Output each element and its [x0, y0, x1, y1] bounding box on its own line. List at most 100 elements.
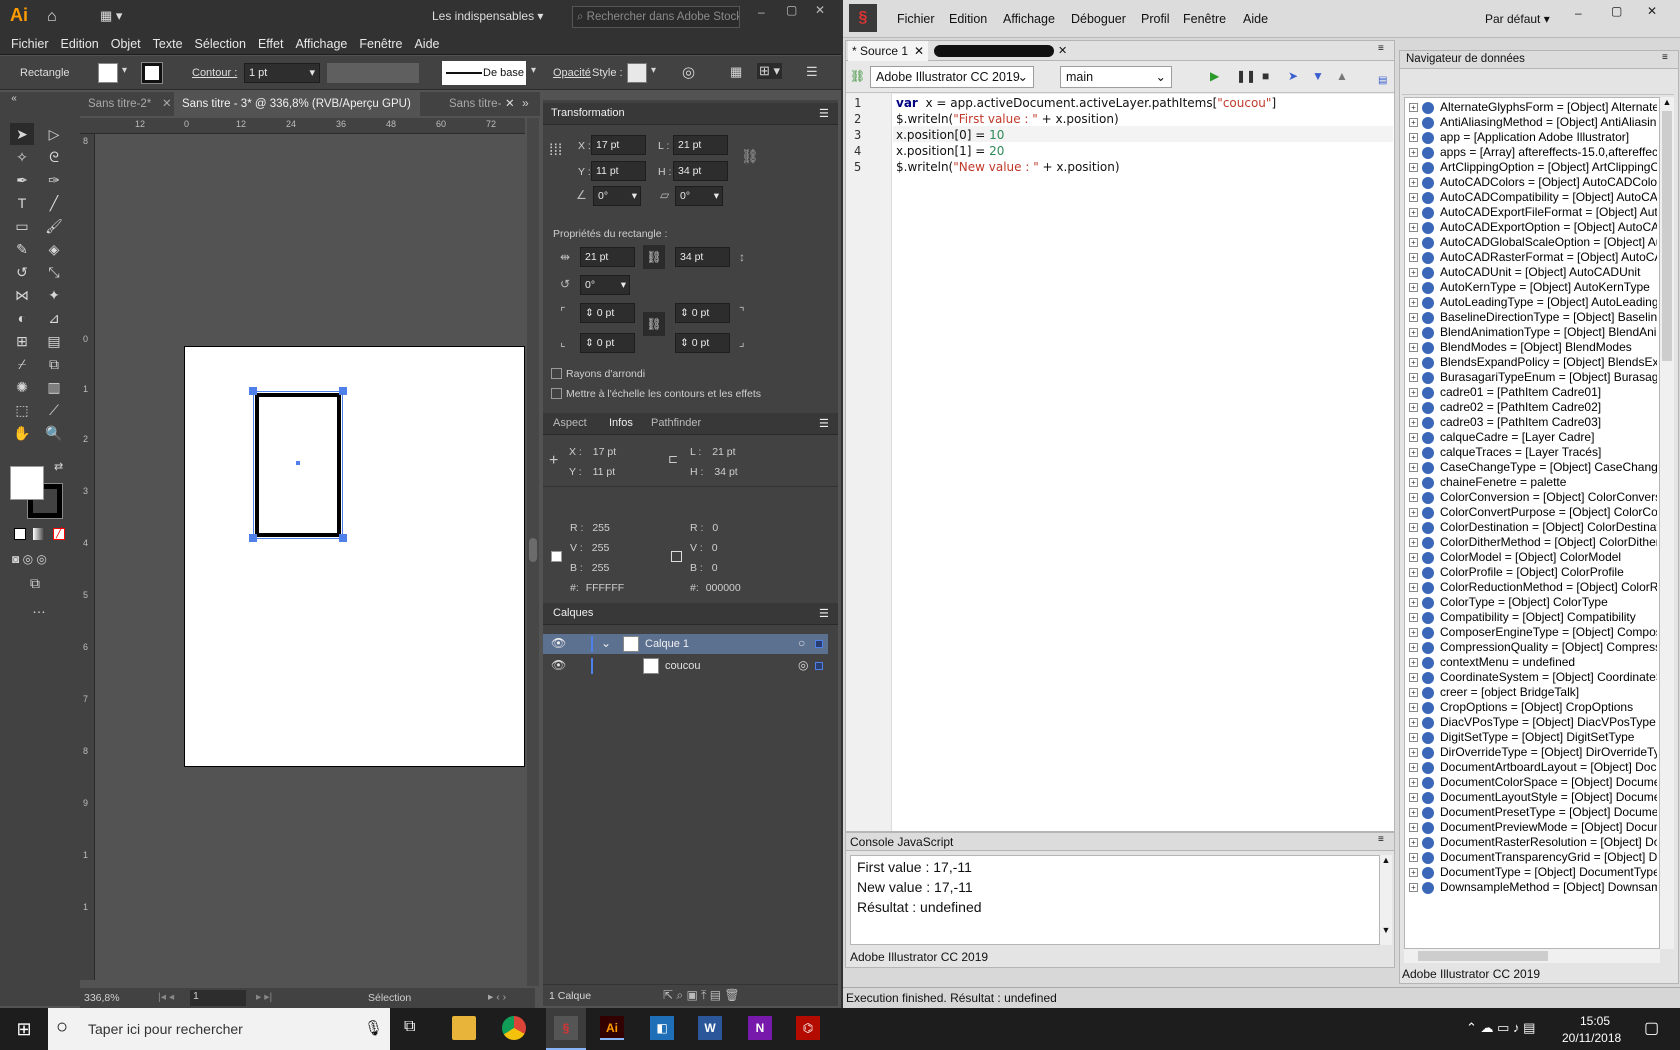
- data-browser-row[interactable]: + AutoCADColors = [Object] AutoCADColors: [1409, 175, 1657, 191]
- close-icon[interactable]: ✕: [914, 41, 924, 61]
- fill-swatch[interactable]: [98, 63, 118, 83]
- chevron-down-icon[interactable]: ▾: [651, 65, 656, 76]
- data-browser-row[interactable]: + calqueTraces = [Layer Tracés]: [1409, 445, 1657, 461]
- shear-field[interactable]: 0° ▾: [675, 186, 723, 206]
- expand-icon[interactable]: +: [1409, 463, 1418, 473]
- data-browser-row[interactable]: + ColorReductionMethod = [Object] ColorRe…: [1409, 580, 1657, 596]
- data-browser-hscroll[interactable]: [1404, 949, 1660, 963]
- expand-icon[interactable]: +: [1409, 163, 1418, 173]
- panel-menu-icon[interactable]: ☰: [806, 64, 818, 80]
- expand-icon[interactable]: +: [1409, 688, 1418, 698]
- rect-width-field[interactable]: 21 pt: [580, 247, 635, 267]
- data-browser-vscroll[interactable]: ▲: [1660, 97, 1674, 949]
- width-tool[interactable]: ⋈: [10, 284, 34, 306]
- expand-icon[interactable]: +: [1409, 583, 1418, 593]
- menu-affichage[interactable]: Affichage: [289, 33, 353, 55]
- status-arrow-icon[interactable]: ▸ ‹ ›: [488, 991, 506, 1003]
- transform-icon[interactable]: ⊞ ▾: [757, 63, 783, 79]
- microphone-icon[interactable]: 🎙: [364, 1019, 383, 1037]
- expand-icon[interactable]: +: [1409, 568, 1418, 578]
- tab-source-1[interactable]: * Source 1 ✕: [848, 41, 928, 61]
- eraser-tool[interactable]: ◈: [42, 238, 66, 260]
- data-browser-row[interactable]: + DownsampleMethod = [Object] DownsampleM…: [1409, 880, 1657, 896]
- maximize-icon[interactable]: ▢: [1611, 4, 1622, 18]
- color-mode[interactable]: [14, 528, 26, 540]
- lasso-tool[interactable]: ᘓ: [42, 146, 66, 168]
- symbol-sprayer-tool[interactable]: ✺: [10, 376, 34, 398]
- data-browser-row[interactable]: + Compatibility = [Object] Compatibility: [1409, 610, 1657, 626]
- panel-menu-icon[interactable]: ≡: [1662, 52, 1668, 63]
- data-browser-filter[interactable]: [1402, 73, 1674, 95]
- corner-radius-2[interactable]: ⇕ 0 pt: [675, 303, 730, 323]
- gradient-mode[interactable]: [33, 528, 45, 540]
- expand-icon[interactable]: +: [1409, 103, 1418, 113]
- artboard[interactable]: [184, 346, 525, 767]
- layer-name[interactable]: Calque 1: [645, 638, 689, 650]
- selection-tool[interactable]: ➤: [10, 123, 34, 145]
- data-browser-row[interactable]: + CropOptions = [Object] CropOptions: [1409, 700, 1657, 716]
- expand-icon[interactable]: +: [1409, 658, 1418, 668]
- selection-indicator[interactable]: [815, 640, 823, 648]
- data-browser-row[interactable]: + CompressionQuality = [Object] Compressi…: [1409, 640, 1657, 656]
- console-toggle-icon[interactable]: ▤: [1378, 75, 1387, 86]
- scroll-thumb[interactable]: [1662, 111, 1672, 361]
- expand-icon[interactable]: +: [1409, 418, 1418, 428]
- panel-menu-icon[interactable]: ☰: [819, 417, 829, 430]
- stroke-swatch[interactable]: [141, 62, 163, 84]
- artboard-number[interactable]: 1: [190, 990, 246, 1006]
- tab-sans-titre-other[interactable]: Sans titre-: [441, 92, 515, 116]
- expand-icon[interactable]: +: [1409, 283, 1418, 293]
- close-icon[interactable]: ✕: [1647, 4, 1657, 18]
- constrain-proportions-icon[interactable]: ⛓: [741, 148, 759, 165]
- zoom-level[interactable]: 336,8%: [84, 992, 120, 1004]
- expand-icon[interactable]: +: [1409, 133, 1418, 143]
- handle-br[interactable]: [339, 534, 347, 542]
- data-browser-row[interactable]: + DirOverrideType = [Object] DirOverrideT…: [1409, 745, 1657, 761]
- data-browser-row[interactable]: + AutoKernType = [Object] AutoKernType: [1409, 280, 1657, 296]
- data-browser-row[interactable]: + calqueCadre = [Layer Cadre]: [1409, 430, 1657, 446]
- data-browser-row[interactable]: + DocumentArtboardLayout = [Object] Docum…: [1409, 760, 1657, 776]
- perspective-grid-tool[interactable]: ⊿: [42, 307, 66, 329]
- expand-icon[interactable]: +: [1409, 193, 1418, 203]
- expand-icon[interactable]: +: [1409, 598, 1418, 608]
- paintbrush-tool[interactable]: 🖌: [42, 215, 66, 237]
- tab-redacted[interactable]: [934, 45, 1054, 57]
- code-line[interactable]: var x = app.activeDocument.activeLayer.p…: [896, 96, 1276, 110]
- pause-icon[interactable]: ❚❚: [1236, 69, 1256, 83]
- brush-definition[interactable]: De base: [442, 61, 526, 85]
- variable-width-profile[interactable]: [327, 63, 419, 83]
- expand-icon[interactable]: +: [1409, 478, 1418, 488]
- data-browser-row[interactable]: + ColorConversion = [Object] ColorConvers…: [1409, 490, 1657, 506]
- rect-height-field[interactable]: 34 pt: [675, 247, 730, 267]
- rect-angle-field[interactable]: 0° ▾: [580, 275, 630, 295]
- stop-icon[interactable]: ■: [1262, 69, 1269, 83]
- notifications-icon[interactable]: ▢: [1644, 1018, 1659, 1038]
- es-menu-edition[interactable]: Edition: [949, 12, 987, 26]
- screen-mode-icon[interactable]: ⧉: [30, 575, 40, 592]
- align-icon[interactable]: ▦: [730, 64, 742, 80]
- tab-infos[interactable]: Infos: [609, 417, 633, 429]
- data-browser-row[interactable]: + BlendsExpandPolicy = [Object] BlendsExp…: [1409, 355, 1657, 371]
- magic-wand-tool[interactable]: ✧: [10, 146, 34, 168]
- data-browser-row[interactable]: + BaselineDirectionType = [Object] Baseli…: [1409, 310, 1657, 326]
- system-tray-icons[interactable]: ⌃ ☁ ▭ ♪ ▤: [1466, 1020, 1535, 1036]
- tabs-overflow-icon[interactable]: »: [522, 96, 529, 110]
- corner-type-icon[interactable]: ⌜: [560, 305, 566, 319]
- data-browser-row[interactable]: + CaseChangeType = [Object] CaseChangeTyp…: [1409, 460, 1657, 476]
- panel-menu-icon[interactable]: ≡: [1378, 834, 1384, 845]
- expand-icon[interactable]: +: [1409, 223, 1418, 233]
- step-over-icon[interactable]: ➤: [1288, 69, 1298, 83]
- rotate-tool[interactable]: ↺: [10, 261, 34, 283]
- data-browser-list[interactable]: + AlternateGlyphsForm = [Object] Alternat…: [1404, 97, 1660, 949]
- step-into-icon[interactable]: ▼: [1312, 69, 1324, 83]
- expand-icon[interactable]: +: [1409, 343, 1418, 353]
- hand-tool[interactable]: ✋: [10, 422, 34, 444]
- data-browser-row[interactable]: + cadre03 = [PathItem Cadre03]: [1409, 415, 1657, 431]
- eye-icon[interactable]: 👁: [551, 658, 566, 672]
- data-browser-row[interactable]: + DocumentColorSpace = [Object] DocumentC…: [1409, 775, 1657, 791]
- expand-icon[interactable]: +: [1409, 493, 1418, 503]
- expand-icon[interactable]: +: [1409, 238, 1418, 248]
- canvas-vscroll[interactable]: [527, 118, 539, 986]
- line-tool[interactable]: ╱: [42, 192, 66, 214]
- expand-icon[interactable]: +: [1409, 808, 1418, 818]
